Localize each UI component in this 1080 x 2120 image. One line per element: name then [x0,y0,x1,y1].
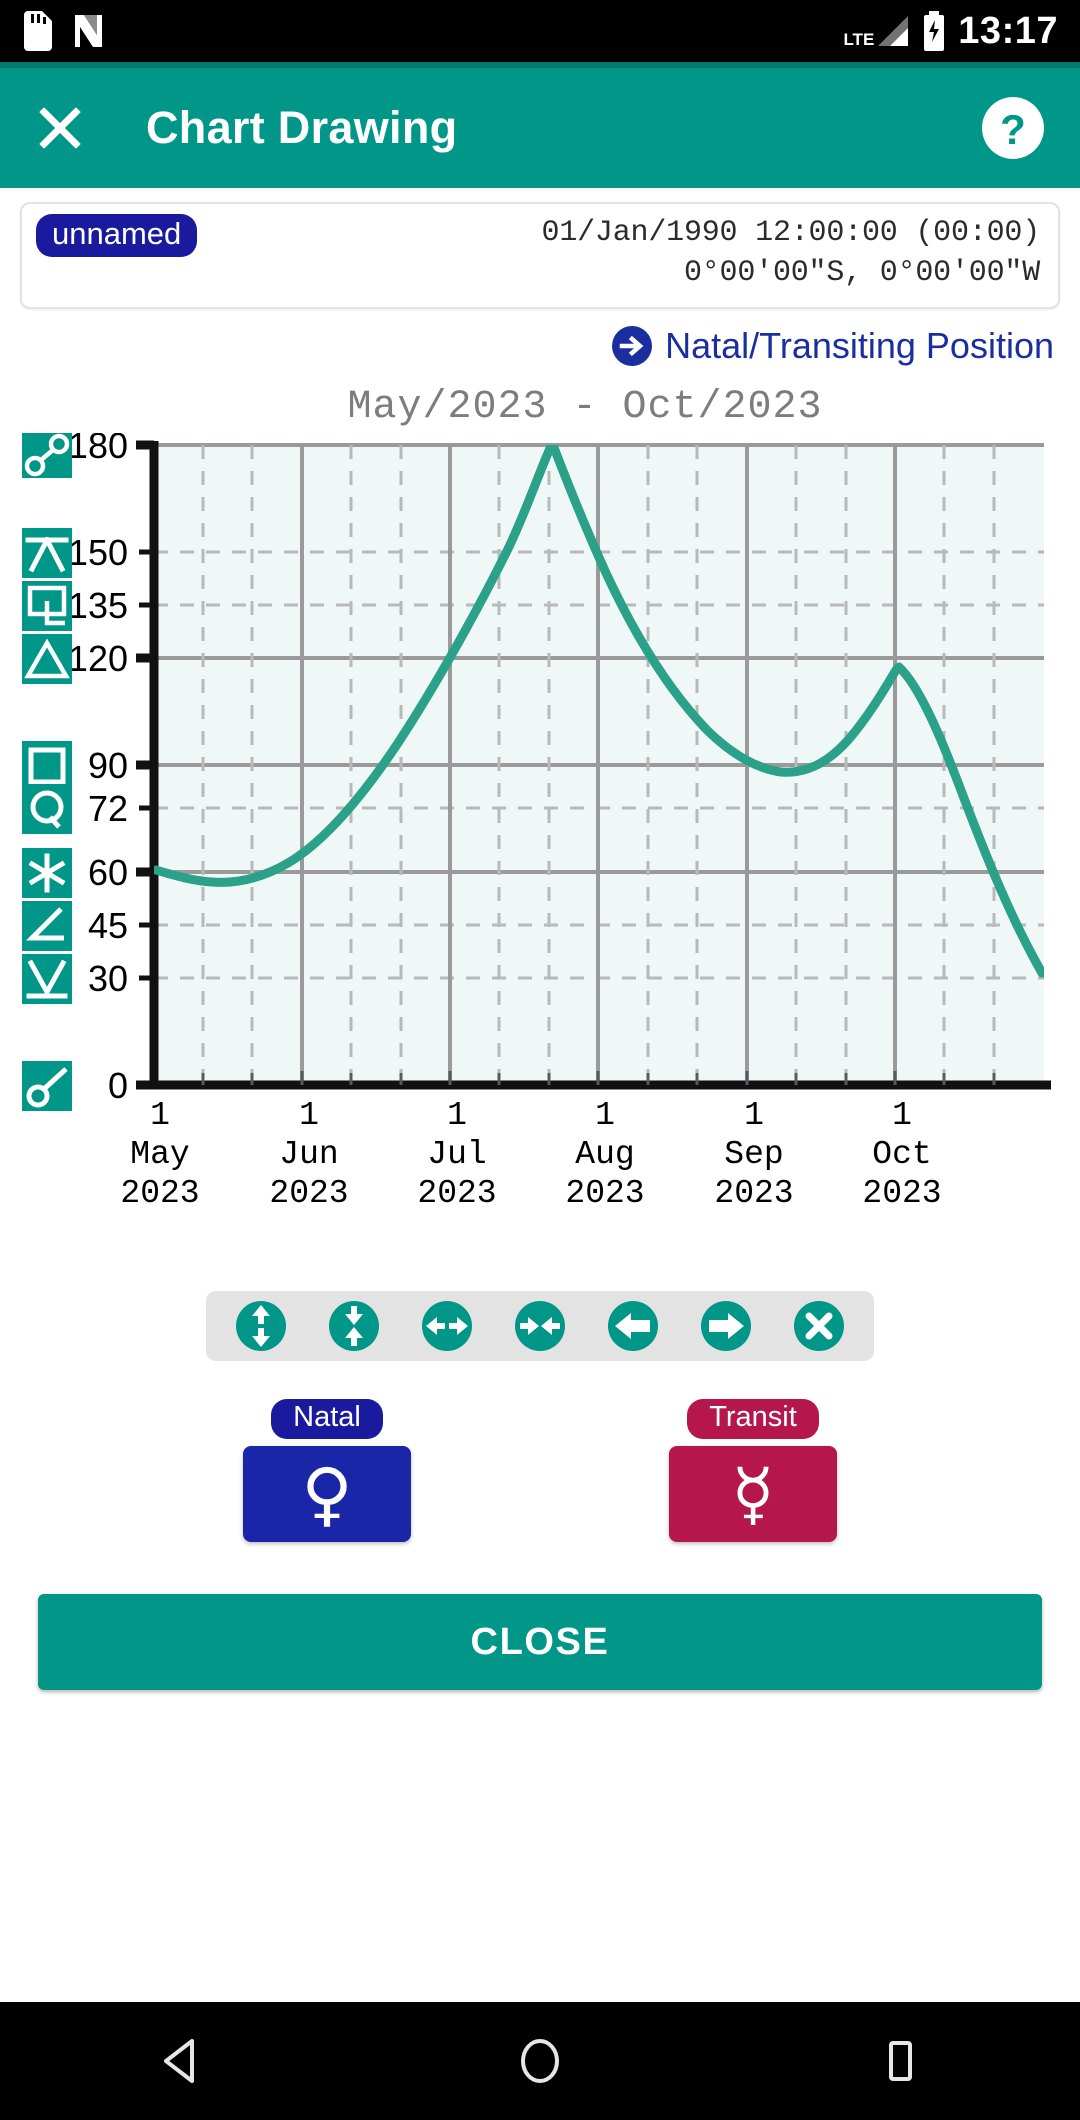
app-bar: Chart Drawing ? [0,68,1080,188]
x-label-0: 1 May 2023 [120,1097,200,1213]
semisextile-icon[interactable] [22,954,72,1005]
status-bar: LTE 13:17 [0,0,1080,62]
x-label-2: 1 Jul 2023 [417,1097,497,1213]
x-label-1: 1 Jun 2023 [269,1097,349,1213]
semisquare-icon[interactable] [22,901,72,952]
page-title: Chart Drawing [146,102,458,153]
nav-recents-button[interactable] [855,2031,945,2091]
quintile-icon[interactable] [22,784,72,835]
y-tick-150: 150 [68,532,128,573]
android-navigation-bar [0,2002,1080,2120]
sextile-icon[interactable] [22,848,72,899]
clear-button[interactable] [792,1299,846,1353]
mercury-symbol: ☿ [731,1453,775,1536]
transit-chip-label: Transit [687,1399,819,1440]
y-tick-90: 90 [88,745,128,786]
collapse-horizontal-button[interactable] [513,1299,567,1353]
close-button-label: CLOSE [470,1620,610,1663]
expand-horizontal-button[interactable] [420,1299,474,1353]
transit-planet-group: Transit ☿ [669,1399,837,1543]
y-tick-30: 30 [88,958,128,999]
planet-selector-row: Natal ♀ Transit ☿ [14,1399,1066,1543]
chart-name-chip: unnamed [36,214,198,257]
natal-transiting-position-link[interactable]: Natal/Transiting Position [14,325,1054,367]
help-icon[interactable]: ? [980,95,1046,161]
x-label-5: 1 Oct 2023 [862,1097,942,1213]
main-content: unnamed 01/Jan/1990 12:00:00 (00:00) 0°0… [0,202,1080,1691]
nav-back-button[interactable] [135,2031,225,2091]
y-tick-72: 72 [88,788,128,829]
signal-group: LTE [843,14,910,48]
quincunx-icon[interactable] [22,528,72,579]
close-button[interactable]: CLOSE [38,1594,1042,1691]
x-axis-labels: 1 May 2023 1 Jun 2023 1 Jul 2023 1 Aug 2… [14,1097,1080,1237]
collapse-vertical-button[interactable] [327,1299,381,1353]
signal-icon [878,16,909,46]
chart-info-details: 01/Jan/1990 12:00:00 (00:00) 0°00'00"S, … [541,214,1041,293]
chart-info-card[interactable]: unnamed 01/Jan/1990 12:00:00 (00:00) 0°0… [20,202,1060,310]
expand-vertical-button[interactable] [234,1299,288,1353]
scroll-right-button[interactable] [699,1299,753,1353]
svg-text:?: ? [1000,106,1026,153]
nfc-icon [75,15,102,47]
lte-label: LTE [843,30,875,49]
square-icon[interactable] [22,741,72,792]
back-triangle-icon [164,2039,194,2083]
y-tick-60: 60 [88,852,128,893]
sd-card-icon [24,11,52,51]
status-bar-right-icons: LTE 13:17 [843,11,1058,51]
chart-container: May/2023 - Oct/2023 180 150 135 120 90 7… [14,385,1066,1285]
natal-planet-group: Natal ♀ [243,1399,411,1543]
chart-datetime: 01/Jan/1990 12:00:00 (00:00) [541,216,1041,250]
y-tick-135: 135 [68,585,128,626]
opposition-icon[interactable] [22,433,72,479]
x-label-4: 1 Sep 2023 [714,1097,794,1213]
close-icon[interactable] [34,102,86,154]
scroll-left-button[interactable] [606,1299,660,1353]
y-tick-180: 180 [68,433,128,466]
sesquiquadrate-icon[interactable] [22,581,72,632]
natal-link-label: Natal/Transiting Position [665,325,1054,367]
venus-symbol: ♀ [301,1453,353,1536]
natal-planet-button[interactable]: ♀ [243,1446,411,1543]
transit-planet-button[interactable]: ☿ [669,1446,837,1543]
chart-title: May/2023 - Oct/2023 [347,385,823,431]
trine-icon[interactable] [22,634,72,685]
home-circle-icon [521,2039,559,2083]
nav-home-button[interactable] [495,2031,585,2091]
battery-charging-icon [924,11,945,51]
arrow-right-circle-icon [612,326,653,367]
recents-square-icon [889,2041,912,2081]
natal-chip-label: Natal [271,1399,383,1440]
y-tick-120: 120 [68,638,128,679]
y-tick-labels: 180 150 135 120 90 72 60 45 30 0 [68,433,128,1106]
x-label-3: 1 Aug 2023 [565,1097,645,1213]
status-bar-clock: 13:17 [958,10,1058,52]
status-bar-left-icons [22,11,110,51]
chart-toolbar [206,1291,874,1362]
y-tick-45: 45 [88,905,128,946]
chart-coordinates: 0°00'00"S, 0°00'00"W [683,255,1040,290]
